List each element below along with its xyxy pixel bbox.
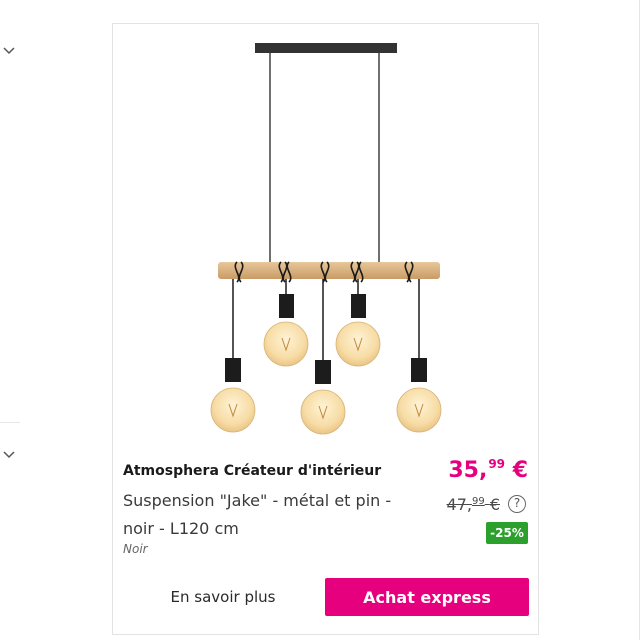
old-price-main: 47,	[446, 495, 472, 514]
filter-divider	[0, 422, 20, 423]
learn-more-button[interactable]: En savoir plus	[123, 578, 323, 616]
price-currency: €	[512, 458, 528, 483]
express-buy-button[interactable]: Achat express	[325, 578, 529, 616]
discount-badge: -25%	[486, 522, 528, 544]
product-card[interactable]: Atmosphera Créateur d'intérieur Suspensi…	[112, 23, 539, 635]
price-cents: 99	[488, 457, 506, 471]
product-variant: Noir	[123, 542, 148, 556]
old-price-currency: €	[489, 495, 500, 514]
question-circle-icon[interactable]: ?	[508, 495, 526, 513]
product-title[interactable]: Suspension "Jake" - métal et pin - noir …	[123, 487, 423, 543]
price-main: 35,	[448, 458, 488, 483]
next-product-card-edge	[628, 0, 640, 640]
chevron-down-icon[interactable]	[1, 446, 17, 462]
product-image[interactable]	[113, 24, 538, 464]
product-brand: Atmosphera Créateur d'intérieur	[123, 463, 382, 479]
old-price-cents: 99	[471, 496, 485, 507]
old-price: 47,99 €	[447, 495, 500, 514]
current-price: 35,99 €	[448, 457, 528, 483]
left-filter-panel	[0, 0, 20, 640]
chevron-down-icon[interactable]	[1, 42, 17, 58]
